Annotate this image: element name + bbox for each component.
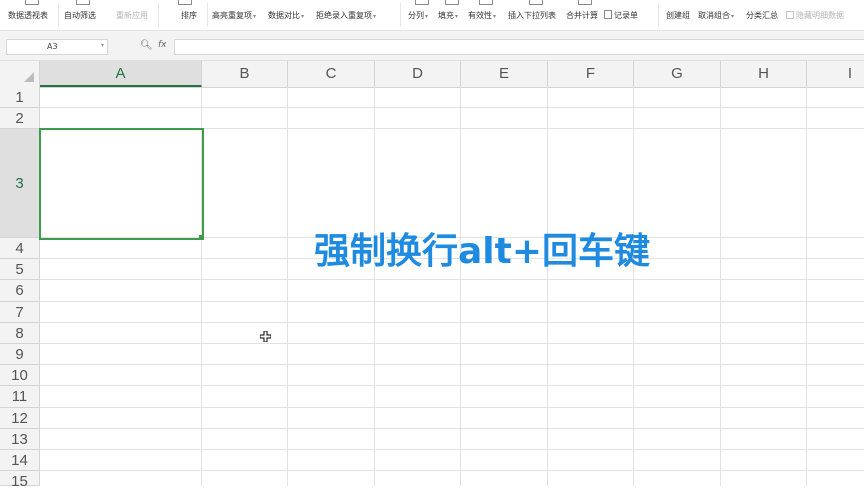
consolidate-button[interactable]: 合并计算 [566,0,602,30]
grid-line [40,279,864,280]
ribbon-divider [207,3,208,27]
select-all-button[interactable] [0,61,40,87]
row-header-5[interactable]: 5 [0,259,40,280]
ribbon-divider [58,3,59,27]
consolidate-icon [578,0,592,5]
form-icon [604,10,612,19]
fill-button[interactable]: 填充▾ [438,0,464,30]
fill-handle[interactable] [199,235,203,239]
ungroup-button[interactable]: 取消组合▾ [698,0,742,30]
row-headers: 1 2 3 4 5 6 7 8 9 10 11 12 13 14 15 [0,87,40,490]
pivot-table-icon [25,0,39,5]
grid-line [806,87,807,486]
row-header-12[interactable]: 12 [0,408,40,429]
grid-line [40,343,864,344]
grid-line [40,428,864,429]
split-icon [415,0,429,5]
grid-line [633,87,634,486]
fx-icon[interactable]: fx [158,40,167,50]
grid-line [547,87,548,486]
grid-line [287,87,288,486]
row-header-4[interactable]: 4 [0,238,40,259]
column-header-b[interactable]: B [202,61,288,87]
row-header-8[interactable]: 8 [0,323,40,344]
formula-bar: A3 ▾ 🔍︎ fx [0,31,864,61]
grid-line [40,301,864,302]
name-box[interactable]: A3 ▾ [6,39,108,55]
reject-duplicates-button[interactable]: 拒绝录入重复项▾ [316,0,396,30]
create-group-button[interactable]: 创建组 [666,0,694,30]
hide-detail-icon [786,11,794,19]
column-header-c[interactable]: C [288,61,375,87]
grid-line [40,449,864,450]
grid-line [40,470,864,471]
auto-filter-button[interactable]: 自动筛选 [64,0,100,30]
row-header-11[interactable]: 11 [0,386,40,408]
column-header-h[interactable]: H [721,61,807,87]
select-all-icon [24,72,34,82]
selected-cell-a3[interactable] [39,128,204,240]
formula-input[interactable] [174,39,864,55]
ribbon-divider [158,3,159,27]
row-header-10[interactable]: 10 [0,365,40,386]
chevron-down-icon[interactable]: ▾ [101,42,104,49]
reapply-button[interactable]: 重新应用 [104,0,154,30]
grid-line [40,407,864,408]
column-header-i[interactable]: I [807,61,864,87]
row-header-3[interactable]: 3 [0,129,40,238]
grid-line [40,385,864,386]
column-headers: A B C D E F G H I [0,61,864,88]
column-header-f[interactable]: F [548,61,634,87]
row-header-14[interactable]: 14 [0,450,40,471]
grid-line [40,364,864,365]
validation-icon [479,0,493,5]
subtotal-button[interactable]: 分类汇总 [746,0,782,30]
data-compare-button[interactable]: 数据对比▾ [268,0,312,30]
grid-line [374,87,375,486]
pivot-table-button[interactable]: 数据透视表 [8,0,54,30]
dropdown-list-icon [529,0,543,5]
fill-icon [445,0,459,5]
ribbon-toolbar: 数据透视表 自动筛选 重新应用 排序 高亮重复项▾ 数据对比▾ 拒绝录入重复项▾… [0,0,864,31]
row-header-1[interactable]: 1 [0,87,40,108]
zoom-icon[interactable]: 🔍︎ [140,40,153,52]
validation-button[interactable]: 有效性▾ [468,0,502,30]
row-header-2[interactable]: 2 [0,108,40,129]
row-header-15[interactable]: 15 [0,471,40,490]
row-header-6[interactable]: 6 [0,280,40,302]
ribbon-divider [658,3,659,27]
column-header-g[interactable]: G [634,61,721,87]
record-form-button[interactable]: 记录单 [604,0,648,30]
highlight-duplicates-button[interactable]: 高亮重复项▾ [212,0,264,30]
hide-detail-button[interactable]: 隐藏明细数据 [786,0,856,30]
filter-icon [76,0,90,5]
caption-overlay: 强制换行alt+回车键 [314,231,651,272]
column-header-d[interactable]: D [375,61,461,87]
row-header-9[interactable]: 9 [0,344,40,365]
grid-line [40,322,864,323]
insert-dropdown-button[interactable]: 插入下拉列表 [508,0,562,30]
grid-line [40,107,864,108]
row-header-7[interactable]: 7 [0,302,40,323]
sort-icon [178,0,192,5]
column-header-a[interactable]: A [40,61,202,87]
row-header-13[interactable]: 13 [0,429,40,450]
grid-line [460,87,461,486]
column-header-e[interactable]: E [461,61,548,87]
grid-line [720,87,721,486]
sort-button[interactable]: 排序 [164,0,204,30]
ribbon-divider [400,3,401,27]
cursor-icon [260,331,271,342]
split-column-button[interactable]: 分列▾ [408,0,434,30]
